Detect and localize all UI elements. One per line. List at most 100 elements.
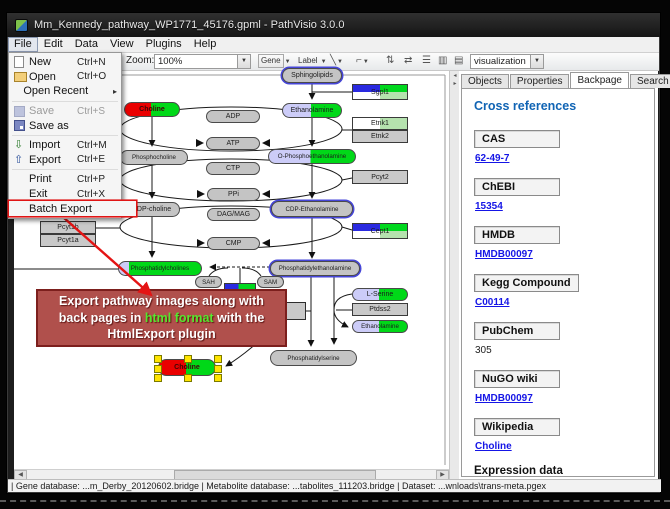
file-menu-item-export[interactable]: ExportCtrl+E [9, 153, 121, 168]
common-height-icon[interactable]: ☰ [422, 54, 431, 68]
node-label: Pcyt1a [57, 237, 78, 244]
menu-data[interactable]: Data [69, 38, 104, 51]
menu-help[interactable]: Help [188, 38, 223, 51]
chevron-down-icon[interactable]: ▼ [285, 59, 291, 65]
node-phosphatidylserine[interactable]: Phosphatidylserine [270, 350, 357, 366]
node-o-phosphoethanolamine[interactable]: O-Phosphoethanolamine [268, 149, 356, 164]
selection-handle[interactable] [154, 355, 162, 363]
menu-item-shortcut: Ctrl+O [77, 71, 117, 82]
stack-icon[interactable]: ▤ [454, 54, 463, 68]
label-tool[interactable]: Label [296, 55, 320, 67]
xref-section: Kegg CompoundC00114 [474, 273, 654, 308]
chevron-down-icon[interactable]: ▼ [530, 55, 543, 68]
side-panel: ObjectsPropertiesBackpageSearchLegend Cr… [459, 71, 658, 479]
menu-separator [12, 169, 118, 170]
xref-source-header: HMDB [474, 226, 560, 244]
xref-link[interactable]: HMDB00097 [475, 249, 533, 260]
line-tool-icon[interactable]: ╲ [330, 55, 336, 66]
file-menu-item-open-recent[interactable]: Open Recent ▸ [9, 84, 121, 99]
tab-objects[interactable]: Objects [461, 74, 509, 88]
file-menu-item-exit[interactable]: ExitCtrl+X [9, 187, 121, 202]
node-pcyt1b[interactable]: Pcyt1b [40, 221, 96, 234]
node-ppi[interactable]: PPi [207, 188, 260, 201]
tab-properties[interactable]: Properties [510, 74, 570, 88]
node-adp[interactable]: ADP [206, 110, 260, 123]
node-sah[interactable]: SAH [195, 276, 222, 288]
chevron-down-icon[interactable]: ▼ [337, 59, 343, 65]
title-bar[interactable]: Mm_Kennedy_pathway_WP1771_45176.gpml - P… [7, 13, 660, 37]
zoom-combobox[interactable]: 100% ▼ [154, 54, 251, 69]
window-title: Mm_Kennedy_pathway_WP1771_45176.gpml - P… [34, 19, 344, 31]
node-ctp[interactable]: CTP [206, 162, 260, 175]
menu-edit[interactable]: Edit [38, 38, 69, 51]
xref-link[interactable]: 15354 [475, 201, 503, 212]
node-ptdss2[interactable]: Ptdss2 [352, 303, 408, 316]
selection-handle[interactable] [214, 374, 222, 382]
menu-view[interactable]: View [104, 38, 140, 51]
node-sgpl1[interactable]: Sgpl1 [352, 84, 408, 100]
selection-handle[interactable] [184, 374, 192, 382]
submenu-arrow-icon: ▸ [113, 87, 117, 96]
file-menu-item-open[interactable]: OpenCtrl+O [9, 70, 121, 85]
selection-handle[interactable] [214, 365, 222, 373]
file-menu-item-batch-export[interactable]: Batch Export [9, 201, 136, 216]
node-l-serine[interactable]: L-Serine [352, 288, 408, 301]
node-dag-mag[interactable]: DAG/MAG [207, 208, 260, 221]
menu-file[interactable]: File [8, 37, 38, 52]
menu-item-shortcut: Ctrl+N [77, 57, 117, 68]
align-horizontal-center-icon[interactable]: ⇄ [404, 54, 412, 68]
file-menu-item-save-as[interactable]: Save as [9, 118, 121, 133]
node-label: Pcyt2 [371, 174, 389, 181]
menu-plugins[interactable]: Plugins [140, 38, 188, 51]
common-width-icon[interactable]: ▥ [438, 54, 447, 68]
screenshot-artifact-dashes [0, 500, 670, 502]
menu-item-label: Open Recent [23, 85, 88, 97]
node-pcyt2[interactable]: Pcyt2 [352, 170, 408, 184]
node-phosphatidylethanolamine[interactable]: Phosphatidylethanolamine [270, 261, 360, 276]
node-etnk1[interactable]: Etnk1 [352, 117, 408, 130]
node-cdp-ethanolamine[interactable]: CDP-Ethanolamine [271, 201, 353, 217]
selection-handle[interactable] [154, 365, 162, 373]
xref-link[interactable]: HMDB00097 [475, 393, 533, 404]
xref-link[interactable]: 62-49-7 [475, 153, 509, 164]
xref-section: ChEBI 15354 [474, 177, 654, 212]
pathvisio-app-icon [15, 19, 28, 32]
xref-link[interactable]: Choline [475, 441, 512, 452]
node-ethanolamine[interactable]: Ethanolamine [282, 103, 342, 118]
gene-datanode-tool[interactable]: Gene [258, 54, 284, 68]
node-sphingolipids[interactable]: Sphingolipids [282, 68, 342, 83]
node-phosphocholine[interactable]: Phosphocholine [120, 150, 188, 165]
chevron-down-icon[interactable]: ▼ [321, 59, 327, 65]
xref-section: PubChem 305 [474, 321, 654, 356]
connector-tool-icon[interactable]: ⌐ [356, 55, 362, 66]
xref-source-header: PubChem [474, 322, 560, 340]
node-choline[interactable]: Choline [124, 102, 180, 117]
node-pcyt1a[interactable]: Pcyt1a [40, 234, 96, 247]
file-menu-item-print[interactable]: PrintCtrl+P [9, 172, 121, 187]
selection-handle[interactable] [214, 355, 222, 363]
file-menu-item-import[interactable]: ImportCtrl+M [9, 138, 121, 153]
chevron-down-icon[interactable]: ▼ [363, 59, 369, 65]
chevron-down-icon[interactable]: ▼ [237, 55, 250, 68]
node-atp[interactable]: ATP [206, 137, 260, 150]
node-phosphatidylcholines[interactable]: Phosphatidylcholines [118, 261, 202, 276]
selection-handle[interactable] [154, 374, 162, 382]
menu-item-label: Exit [29, 188, 77, 200]
xref-source-header: ChEBI [474, 178, 560, 196]
node-label: O-Phosphoethanolamine [278, 153, 346, 160]
node-cmp[interactable]: CMP [207, 237, 260, 250]
file-menu-item-new[interactable]: NewCtrl+N [9, 55, 121, 70]
node-cept1[interactable]: Cept1 [352, 223, 408, 239]
selection-handle[interactable] [184, 355, 192, 363]
node-etnk2[interactable]: Etnk2 [352, 130, 408, 143]
xref-link[interactable]: C00114 [475, 297, 509, 308]
node-sam[interactable]: SAM [257, 276, 284, 288]
tab-search[interactable]: Search [630, 74, 670, 88]
node-label: SAM [264, 279, 277, 286]
align-vertical-center-icon[interactable]: ⇅ [386, 54, 394, 68]
visualization-combobox[interactable]: visualization ▼ [470, 54, 544, 69]
menu-item-label: Save as [29, 120, 77, 132]
node-ethanolamine-2[interactable]: Ethanolamine [352, 320, 408, 333]
xref-value: 305 [475, 345, 492, 356]
tab-backpage[interactable]: Backpage [570, 72, 628, 88]
